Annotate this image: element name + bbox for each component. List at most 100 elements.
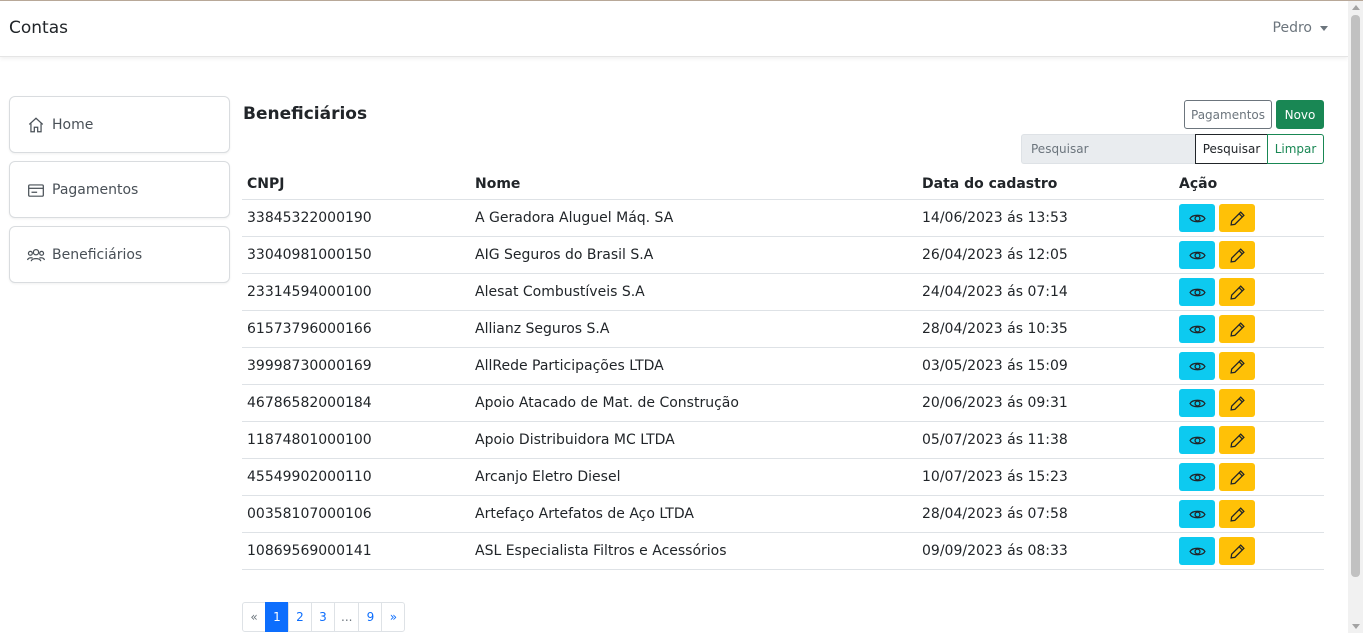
- cell-cnpj: 45549902000110: [247, 469, 372, 485]
- header-cnpj: CNPJ: [247, 176, 285, 192]
- limpar-button[interactable]: Limpar: [1267, 134, 1324, 164]
- edit-button[interactable]: [1219, 500, 1255, 528]
- cell-acao: [1175, 204, 1324, 232]
- cell-cnpj: 10869569000141: [247, 543, 372, 559]
- table-row: 46786582000184 Apoio Atacado de Mat. de C…: [242, 385, 1324, 422]
- scrollbar[interactable]: [1348, 1, 1363, 633]
- pagination-page[interactable]: 3: [311, 602, 335, 632]
- edit-button[interactable]: [1219, 463, 1255, 491]
- pencil-icon: [1229, 469, 1246, 486]
- scroll-down-icon[interactable]: [1352, 624, 1360, 629]
- cell-nome: Arcanjo Eletro Diesel: [475, 469, 621, 485]
- cell-data: 20/06/2023 ás 09:31: [922, 395, 1068, 411]
- cell-acao: [1175, 463, 1324, 491]
- navbar: Contas Pedro: [0, 1, 1348, 57]
- edit-button[interactable]: [1219, 537, 1255, 565]
- cell-data: 24/04/2023 ás 07:14: [922, 284, 1068, 300]
- view-button[interactable]: [1179, 463, 1215, 491]
- view-button[interactable]: [1179, 241, 1215, 269]
- pesquisar-button[interactable]: Pesquisar: [1195, 134, 1268, 164]
- edit-button[interactable]: [1219, 352, 1255, 380]
- eye-icon: [1188, 321, 1206, 338]
- pagination-page[interactable]: 2: [288, 602, 312, 632]
- novo-button[interactable]: Novo: [1276, 100, 1324, 129]
- home-icon: [28, 116, 44, 132]
- cell-nome: ASL Especialista Filtros e Acessórios: [475, 543, 727, 559]
- cell-acao: [1175, 241, 1324, 269]
- cell-acao: [1175, 352, 1324, 380]
- cell-acao: [1175, 426, 1324, 454]
- view-button[interactable]: [1179, 426, 1215, 454]
- table-row: 11874801000100 Apoio Distribuidora MC LTD…: [242, 422, 1324, 459]
- pencil-icon: [1229, 210, 1246, 227]
- view-button[interactable]: [1179, 278, 1215, 306]
- edit-button[interactable]: [1219, 426, 1255, 454]
- pencil-icon: [1229, 247, 1246, 264]
- table-header: CNPJ Nome Data do cadastro Ação: [242, 169, 1324, 200]
- eye-icon: [1188, 469, 1206, 486]
- beneficiarios-table: CNPJ Nome Data do cadastro Ação 33845322…: [242, 169, 1324, 570]
- edit-button[interactable]: [1219, 315, 1255, 343]
- header-nome: Nome: [475, 176, 521, 192]
- table-row: 33845322000190 A Geradora Aluguel Máq. SA…: [242, 200, 1324, 237]
- eye-icon: [1188, 247, 1206, 264]
- header-data: Data do cadastro: [922, 176, 1058, 192]
- edit-button[interactable]: [1219, 278, 1255, 306]
- cell-acao: [1175, 315, 1324, 343]
- wallet-icon: [28, 183, 44, 197]
- sidebar-item-label: Home: [52, 116, 94, 133]
- pencil-icon: [1229, 432, 1246, 449]
- pencil-icon: [1229, 395, 1246, 412]
- edit-button[interactable]: [1219, 204, 1255, 232]
- pagination-prev[interactable]: «: [242, 602, 266, 632]
- view-button[interactable]: [1179, 500, 1215, 528]
- cell-data: 10/07/2023 ás 15:23: [922, 469, 1068, 485]
- eye-icon: [1188, 210, 1206, 227]
- user-dropdown[interactable]: Pedro: [1273, 20, 1328, 36]
- cell-cnpj: 39998730000169: [247, 358, 372, 374]
- cell-nome: A Geradora Aluguel Máq. SA: [475, 210, 674, 226]
- eye-icon: [1188, 358, 1206, 375]
- cell-cnpj: 33040981000150: [247, 247, 372, 263]
- cell-cnpj: 00358107000106: [247, 506, 372, 522]
- scroll-up-icon[interactable]: [1352, 5, 1360, 10]
- view-button[interactable]: [1179, 537, 1215, 565]
- pagination-next[interactable]: »: [381, 602, 406, 632]
- navbar-brand[interactable]: Contas: [9, 18, 68, 38]
- cell-acao: [1175, 389, 1324, 417]
- search-input[interactable]: Pesquisar: [1021, 134, 1196, 164]
- edit-button[interactable]: [1219, 241, 1255, 269]
- cell-acao: [1175, 500, 1324, 528]
- pencil-icon: [1229, 284, 1246, 301]
- sidebar-item-beneficiarios[interactable]: Beneficiários: [9, 226, 230, 283]
- users-icon: [27, 248, 45, 261]
- view-button[interactable]: [1179, 352, 1215, 380]
- sidebar-item-pagamentos[interactable]: Pagamentos: [9, 161, 230, 218]
- view-button[interactable]: [1179, 204, 1215, 232]
- cell-acao: [1175, 537, 1324, 565]
- pagination: «1 2 3... 9»: [242, 602, 406, 632]
- header-acao: Ação: [1179, 176, 1218, 192]
- table-row: 00358107000106 Artefaço Artefatos de Aço …: [242, 496, 1324, 533]
- pagination-page[interactable]: 1: [265, 602, 289, 632]
- table-row: 45549902000110 Arcanjo Eletro Diesel 10/07…: [242, 459, 1324, 496]
- pagination-page[interactable]: 9: [358, 602, 383, 632]
- eye-icon: [1188, 432, 1206, 449]
- view-button[interactable]: [1179, 315, 1215, 343]
- pencil-icon: [1229, 506, 1246, 523]
- cell-data: 28/04/2023 ás 10:35: [922, 321, 1068, 337]
- pencil-icon: [1229, 321, 1246, 338]
- sidebar-item-home[interactable]: Home: [9, 96, 230, 153]
- pagination-ellipsis[interactable]: ...: [334, 602, 360, 632]
- cell-nome: Alesat Combustíveis S.A: [475, 284, 645, 300]
- pagamentos-button[interactable]: Pagamentos: [1184, 100, 1272, 129]
- view-button[interactable]: [1179, 389, 1215, 417]
- edit-button[interactable]: [1219, 389, 1255, 417]
- chevron-down-icon: [1320, 25, 1328, 31]
- cell-data: 28/04/2023 ás 07:58: [922, 506, 1068, 522]
- cell-nome: Artefaço Artefatos de Aço LTDA: [475, 506, 694, 522]
- scrollbar-thumb[interactable]: [1351, 15, 1360, 577]
- cell-cnpj: 33845322000190: [247, 210, 372, 226]
- cell-acao: [1175, 278, 1324, 306]
- eye-icon: [1188, 284, 1206, 301]
